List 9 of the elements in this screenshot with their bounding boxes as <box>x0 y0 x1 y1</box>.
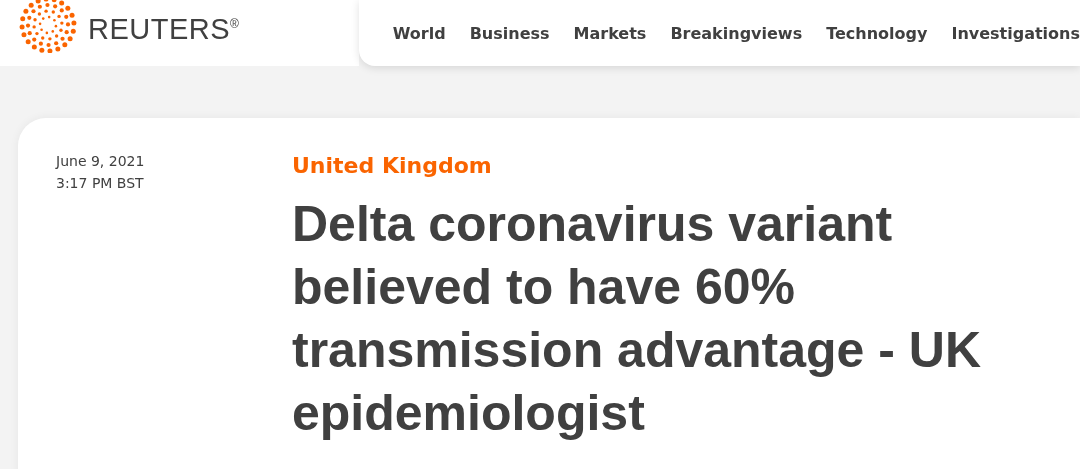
headline: Delta coronavirus variant believed to have 60% transmission advantage - UK epidemiologist <box>292 195 983 443</box>
article-time: 3:17 PM BST <box>56 174 145 193</box>
nav-link[interactable]: World <box>392 23 446 43</box>
nav-link[interactable]: Breakingviews <box>670 23 803 43</box>
nav-link[interactable]: Markets <box>573 23 647 43</box>
nav-link[interactable]: Investigations <box>951 23 1080 43</box>
nav-link[interactable]: Technology <box>826 23 928 43</box>
article-date: June 9, 2021 <box>56 152 146 171</box>
nav-link[interactable]: Business <box>469 23 550 43</box>
